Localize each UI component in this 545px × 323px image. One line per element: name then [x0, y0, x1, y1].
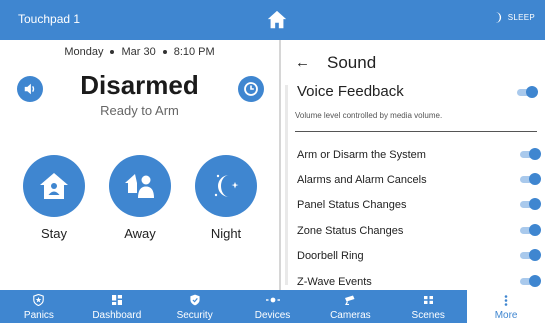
sleep-label: SLEEP — [507, 13, 535, 22]
nav-cameras[interactable]: Cameras — [311, 290, 389, 323]
sleep-button[interactable]: SLEEP — [493, 12, 535, 23]
day-label: Monday — [64, 46, 104, 58]
date-label: Mar 30 — [121, 46, 156, 58]
home-person-icon — [40, 173, 68, 199]
separator-dot — [110, 50, 115, 55]
separator-dot — [162, 50, 167, 55]
toggle-arm-disarm[interactable] — [520, 148, 541, 160]
voice-feedback-label: Voice Feedback — [297, 83, 404, 100]
away-disc — [109, 155, 171, 217]
top-bar: Touchpad 1 SLEEP — [0, 0, 545, 40]
shield-star-icon — [33, 294, 45, 306]
nav-label-scenes: Scenes — [411, 310, 445, 321]
night-label: Night — [210, 226, 242, 241]
home-icon[interactable] — [266, 9, 288, 31]
nav-label-devices: Devices — [254, 310, 291, 321]
grid-icon — [111, 295, 122, 305]
toggle-panel-status[interactable] — [520, 198, 541, 210]
setting-label-panel-status: Panel Status Changes — [297, 199, 407, 211]
nav-label-cameras: Cameras — [330, 310, 371, 321]
voice-feedback-note: Volume level controlled by media volume. — [295, 111, 443, 120]
time-label: 8:10 PM — [173, 46, 215, 58]
nav-label-more: More — [494, 310, 518, 321]
nav-scenes[interactable]: Scenes — [389, 290, 467, 323]
setting-label-alarms: Alarms and Alarm Cancels — [297, 174, 427, 186]
stay-disc — [23, 155, 85, 217]
night-button[interactable]: Night — [195, 155, 257, 241]
toggle-zwave[interactable] — [520, 275, 541, 287]
toggle-knob — [529, 224, 541, 236]
scrollbar[interactable] — [285, 85, 288, 285]
nav-dashboard[interactable]: Dashboard — [78, 290, 156, 323]
away-button[interactable]: Away — [109, 155, 171, 241]
setting-label-zone-status: Zone Status Changes — [297, 225, 404, 237]
bottom-nav: Panics Dashboard Security Devices Camera… — [0, 290, 545, 323]
scenes-icon — [423, 296, 433, 304]
moon-icon — [495, 12, 501, 23]
toggle-knob — [529, 275, 541, 287]
camera-icon — [345, 295, 355, 305]
nav-label-panics: Panics — [23, 310, 54, 321]
toggle-alarms[interactable] — [520, 173, 541, 185]
setting-label-arm-disarm: Arm or Disarm the System — [297, 149, 426, 161]
nav-devices[interactable]: Devices — [234, 290, 312, 323]
shield-check-icon — [190, 294, 200, 306]
nav-label-security: Security — [176, 310, 213, 321]
section-divider — [295, 131, 537, 132]
nav-panics[interactable]: Panics — [0, 290, 78, 323]
toggle-knob — [526, 86, 538, 98]
toggle-doorbell[interactable] — [520, 249, 541, 261]
panel-title: Sound — [327, 53, 377, 72]
toggle-knob — [529, 173, 541, 185]
status-panel: Monday Mar 30 8:10 PM Disarmed Ready to Ar… — [0, 40, 279, 290]
toggle-knob — [529, 249, 541, 261]
away-label: Away — [124, 226, 156, 241]
alarm-status: Disarmed — [80, 70, 199, 100]
device-name: Touchpad 1 — [18, 12, 81, 26]
nav-security[interactable]: Security — [156, 290, 234, 323]
setting-label-doorbell: Doorbell Ring — [297, 250, 364, 262]
moon-stars-icon — [214, 174, 239, 197]
nav-label-dashboard: Dashboard — [92, 310, 142, 321]
alarm-substatus: Ready to Arm — [100, 103, 179, 118]
night-disc — [195, 155, 257, 217]
more-vertical-icon — [504, 294, 508, 306]
setting-label-zwave: Z-Wave Events — [297, 276, 372, 288]
stay-button[interactable]: Stay — [23, 155, 85, 241]
voice-feedback-toggle[interactable] — [517, 86, 538, 98]
date-time: Monday Mar 30 8:10 PM — [0, 46, 279, 58]
sound-settings-panel: ← Sound Voice Feedback Volume level cont… — [281, 40, 545, 290]
devices-icon — [265, 297, 280, 303]
toggle-knob — [529, 148, 541, 160]
nav-more[interactable]: More — [467, 290, 545, 323]
stay-label: Stay — [40, 226, 67, 241]
toggle-zone-status[interactable] — [520, 224, 541, 236]
toggle-knob — [529, 198, 541, 210]
back-arrow-icon[interactable]: ← — [295, 54, 310, 71]
people-home-icon — [125, 174, 154, 198]
